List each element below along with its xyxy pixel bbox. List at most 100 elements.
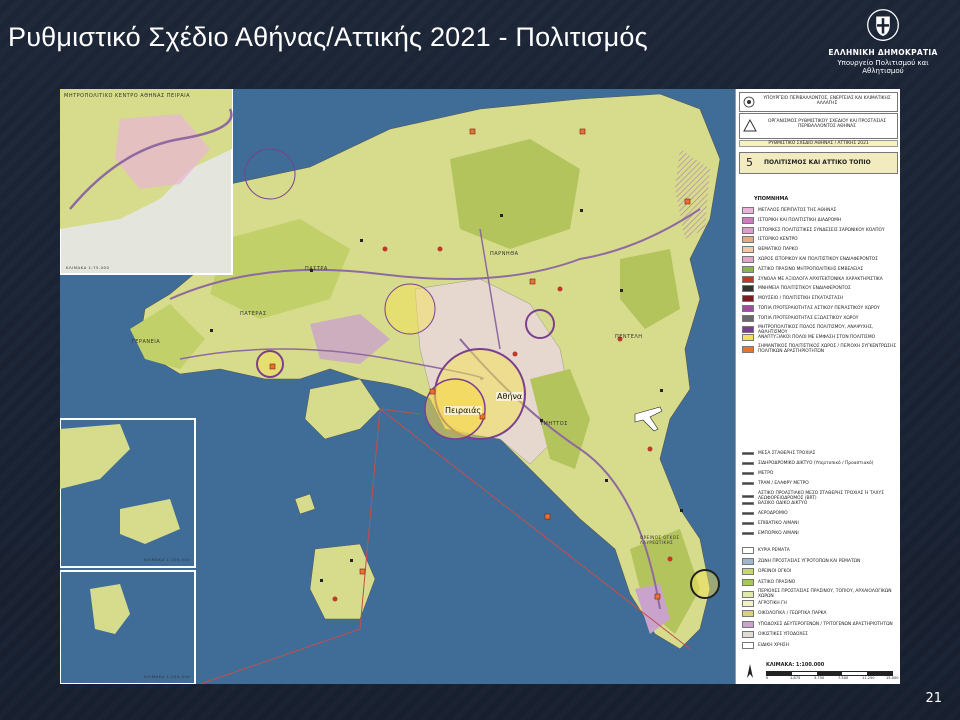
landuse-swatch xyxy=(742,599,754,607)
landuse-row: ΕΙΔΙΚΗ ΧΡΗΣΗ xyxy=(742,641,789,649)
legend-sheet-number: 5 xyxy=(746,156,753,169)
legend-item-label: ΙΣΤΟΡΙΚΗ ΚΑΙ ΠΟΛΙΤΙΣΤΙΚΗ ΔΙΑΔΡΟΜΗ xyxy=(758,217,842,223)
transport-label: ΜΕΤΡΟ xyxy=(758,471,774,476)
legend-item-swatch xyxy=(742,226,754,234)
logo-line-1: ΕΛΛΗΝΙΚΗ ΔΗΜΟΚΡΑΤΙΑ xyxy=(828,48,938,57)
legend-item-row: ΑΣΤΙΚΟ ΠΡΑΣΙΝΟ ΜΗΤΡΟΠΟΛΙΤΙΚΗΣ ΕΜΒΕΛΕΙΑΣ xyxy=(742,265,863,273)
label-pastra: ΠΑΣΤΡΑ xyxy=(305,266,328,272)
legend-item-row: ΘΕΜΑΤΙΚΟ ΠΑΡΚΟ xyxy=(742,246,799,254)
map-area xyxy=(60,89,735,684)
organisation-logo-icon xyxy=(743,119,757,132)
legend-item-label: ΣΥΝΟΛΑ ΜΕ ΑΞΙΟΛΟΓΑ ΑΡΧΙΤΕΚΤΟΝΙΚΑ ΧΑΡΑΚΤΗ… xyxy=(758,276,883,282)
label-pateras: ΠΑΤΕΡΑΣ xyxy=(240,311,267,317)
transport-swatch xyxy=(742,494,754,498)
transport-swatch xyxy=(742,452,754,455)
legend-item-swatch xyxy=(742,275,754,283)
landuse-swatch xyxy=(742,620,754,628)
landuse-swatch xyxy=(742,547,754,554)
transport-label: ΜΕΣΑ ΣΤΑΘΕΡΗΣ ΤΡΟΧΙΑΣ xyxy=(758,451,816,456)
transport-row: ΜΕΣΑ ΣΤΑΘΕΡΗΣ ΤΡΟΧΙΑΣ xyxy=(742,451,815,456)
landuse-row: ΟΙΚΟΛΟΓΙΚΑ / ΓΕΩΡΓΙΚΑ ΠΑΡΚΑ xyxy=(742,610,827,617)
inset-kythira-scale: ΚΛΙΜΑΚΑ 1:250.000 xyxy=(144,674,191,679)
landuse-row: ΠΕΡΙΟΧΕΣ ΠΡΟΣΤΑΣΙΑΣ ΠΡΑΣΙΝΟΥ, ΤΟΠΙΟΥ, ΑΡ… xyxy=(742,589,900,599)
landuse-label: ΕΙΔΙΚΗ ΧΡΗΣΗ xyxy=(758,642,789,648)
legend-item-label: ΑΝΑΠΤΥΞΙΑΚΟΙ ΠΟΛΟΙ ΜΕ ΕΜΦΑΣΗ ΣΤΟΝ ΠΟΛΙΤΙ… xyxy=(758,335,876,341)
legend-item-row: ΙΣΤΟΡΙΚΟ ΚΕΝΤΡΟ xyxy=(742,236,798,244)
legend-item-row: ΣΗΜΑΝΤΙΚΟΣ ΠΟΛΙΤΙΣΤΙΚΟΣ ΧΩΡΟΣ / ΠΕΡΙΟΧΗ … xyxy=(742,344,900,354)
legend-item-swatch xyxy=(742,256,754,263)
attica-culture-map: ΜΗΤΡΟΠΟΛΙΤΙΚΟ ΚΕΝΤΡΟ ΑΘΗΝΑΣ ΠΕΙΡΑΙΑ ΚΛΙΜ… xyxy=(60,89,900,684)
transport-row: ΒΑΣΙΚΟ ΟΔΙΚΟ ΔΙΚΤΥΟ xyxy=(742,501,807,506)
legend-item-swatch xyxy=(742,326,754,334)
legend-item-label: ΘΕΜΑΤΙΚΟ ΠΑΡΚΟ xyxy=(758,247,799,253)
landuse-label: ΖΩΝΗ ΠΡΟΣΤΑΣΙΑΣ ΥΓΡΟΤΟΠΩΝ ΚΑΙ ΡΕΜΑΤΩΝ xyxy=(758,558,861,564)
transport-swatch xyxy=(742,462,754,465)
legend-item-label: ΜΝΗΜΕΙΑ ΠΟΛΙΤΙΣΤΙΚΟΥ ΕΝΔΙΑΦΕΡΟΝΤΟΣ xyxy=(758,286,851,292)
legend-item-swatch xyxy=(742,236,754,244)
pole-north xyxy=(384,283,436,335)
transport-label: ΤΡΑΜ / ΕΛΑΦΡΥ ΜΕΤΡΟ xyxy=(758,481,809,486)
landuse-label: ΟΡΕΙΝΟΙ ΟΓΚΟΙ xyxy=(758,569,792,574)
legend-item-row: ΧΩΡΟΣ ΙΣΤΟΡΙΚΟΥ ΚΑΙ ΠΟΛΙΤΙΣΤΙΚΟΥ ΕΝΔΙΑΦΕ… xyxy=(742,256,878,263)
transport-swatch xyxy=(742,532,754,535)
transport-swatch xyxy=(742,512,754,515)
transport-row: ΕΠΙΒΑΤΙΚΟ ΛΙΜΑΝΙ xyxy=(742,521,799,526)
transport-label: ΣΙΔΗΡΟΔΡΟΜΙΚΟ ΔΙΚΤΥΟ (Υπερτοπικό / Προασ… xyxy=(758,461,874,466)
landuse-swatch xyxy=(742,578,754,586)
landuse-label: ΟΙΚΟΛΟΓΙΚΑ / ΓΕΩΡΓΙΚΑ ΠΑΡΚΑ xyxy=(758,611,827,616)
legend-item-row: ΜΟΥΣΕΙΟ / ΠΟΛΙΤΙΣΤΙΚΗ ΕΓΚΑΤΑΣΤΑΣΗ xyxy=(742,295,844,303)
legend-item-row: ΙΣΤΟΡΙΚΕΣ ΠΟΛΙΤΙΣΤΙΚΕΣ ΣΥΝΔΕΣΕΙΣ ΣΑΡΩΝΙΚ… xyxy=(742,226,885,234)
north-arrow-icon xyxy=(747,664,753,678)
legend-item-row: ΙΣΤΟΡΙΚΗ ΚΑΙ ΠΟΛΙΤΙΣΤΙΚΗ ΔΙΑΔΡΟΜΗ xyxy=(742,216,842,224)
transport-row: ΤΡΑΜ / ΕΛΑΦΡΥ ΜΕΤΡΟ xyxy=(742,481,809,486)
legend-item-swatch xyxy=(742,334,754,342)
landuse-row: ΚΥΡΙΑ ΡΕΜΑΤΑ xyxy=(742,547,790,554)
scale-tick-label: 0 xyxy=(766,676,769,680)
pole-lavrio xyxy=(690,569,720,599)
city-piraeus: Πειραιάς xyxy=(444,406,483,415)
legend-item-row: ΤΟΠΙΑ ΠΡΟΤΕΡΑΙΟΤΗΤΑΣ ΑΣΤΙΚΟΥ ΠΕΡΙΑΣΤΙΚΟΥ… xyxy=(742,305,880,312)
inset-top-scale: ΚΛΙΜΑΚΑ 1:75.000 xyxy=(66,265,110,270)
transport-swatch xyxy=(742,522,754,525)
legend-item-swatch xyxy=(742,207,754,214)
scale-tick-label: 3.750 xyxy=(814,676,825,680)
legend-item-row: ΤΟΠΙΑ ΠΡΟΤΕΡΑΙΟΤΗΤΑΣ ΕΞΩΑΣΤΙΚΟΥ ΧΩΡΟΥ xyxy=(742,314,858,322)
legend-item-swatch xyxy=(742,265,754,273)
legend-item-swatch xyxy=(742,216,754,224)
page-number: 21 xyxy=(925,691,942,706)
legend-item-label: ΜΗΤΡΟΠΟΛΙΤΙΚΟΣ ΠΟΛΟΣ ΠΟΛΙΤΙΣΜΟΥ, ΑΝΑΨΥΧΗ… xyxy=(758,324,874,335)
legend-item-row: ΣΥΝΟΛΑ ΜΕ ΑΞΙΟΛΟΓΑ ΑΡΧΙΤΕΚΤΟΝΙΚΑ ΧΑΡΑΚΤΗ… xyxy=(742,275,883,283)
inset-kythira-frame xyxy=(60,570,196,684)
legend-plan-title: ΡΥΘΜΙΣΤΙΚΟ ΣΧΕΔΙΟ ΑΘΗΝΑΣ / ΑΤΤΙΚΗΣ 2021 xyxy=(739,140,898,147)
logo-line-2: Υπουργείο Πολιτισμού και Αθλητισμού xyxy=(837,59,929,75)
landuse-swatch xyxy=(742,590,754,598)
landuse-row: ΑΓΡΟΤΙΚΗ ΓΗ xyxy=(742,599,787,607)
legend-item-swatch xyxy=(742,305,754,312)
transport-label: ΒΑΣΙΚΟ ΟΔΙΚΟ ΔΙΚΤΥΟ xyxy=(758,501,808,506)
scale-tick-label: 11.250 xyxy=(862,676,875,680)
landuse-row: ΖΩΝΗ ΠΡΟΣΤΑΣΙΑΣ ΥΓΡΟΤΟΠΩΝ ΚΑΙ ΡΕΜΑΤΩΝ xyxy=(742,557,861,565)
landuse-swatch xyxy=(742,568,754,575)
legend-item-label: ΙΣΤΟΡΙΚΟ ΚΕΝΤΡΟ xyxy=(758,237,798,243)
legend-item-row: ΜΕΓΑΛΟΣ ΠΕΡΙΠΑΤΟΣ ΤΗΣ ΑΘΗΝΑΣ xyxy=(742,207,836,214)
landuse-label: ΥΠΟΔΟΧΕΣ ΔΕΥΤΕΡΟΓΕΝΩΝ / ΤΡΙΤΟΓΕΝΩΝ ΔΡΑΣΤ… xyxy=(758,621,893,627)
legend-heading: ΥΠΟΜΝΗΜΑ xyxy=(754,196,789,202)
legend-scale: ΚΛΙΜΑΚΑ: 1:100.000 xyxy=(766,662,825,668)
legend-item-label: ΤΟΠΙΑ ΠΡΟΤΕΡΑΙΟΤΗΤΑΣ ΑΣΤΙΚΟΥ ΠΕΡΙΑΣΤΙΚΟΥ… xyxy=(758,306,880,311)
transport-row: ΜΕΤΡΟ xyxy=(742,471,773,476)
label-lavreotiki: ΟΡΕΙΝΟΣ ΟΓΚΟΣ ΛΑΥΡΕΩΤΙΚΗΣ xyxy=(640,535,680,545)
transport-row: ΑΕΡΟΔΡΟΜΙΟ xyxy=(742,511,788,516)
scale-tick-label: 1.875 xyxy=(790,676,801,680)
transport-label: ΕΠΙΒΑΤΙΚΟ ΛΙΜΑΝΙ xyxy=(758,521,799,526)
legend-org2: ΟΡΓΑΝΙΣΜΟΣ ΡΥΘΜΙΣΤΙΚΟΥ ΣΧΕΔΙΟΥ ΚΑΙ ΠΡΟΣΤ… xyxy=(767,119,887,129)
inset-saronic-scale: ΚΛΙΜΑΚΑ 1:250.000 xyxy=(144,557,191,562)
legend-item-label: ΜΟΥΣΕΙΟ / ΠΟΛΙΤΙΣΤΙΚΗ ΕΓΚΑΤΑΣΤΑΣΗ xyxy=(758,296,844,302)
legend-org1-box: ΥΠΟΥΡΓΕΙΟ ΠΕΡΙΒΑΛΛΟΝΤΟΣ, ΕΝΕΡΓΕΙΑΣ ΚΑΙ Κ… xyxy=(739,92,898,112)
hellenic-republic-emblem-icon xyxy=(867,9,899,41)
landuse-swatch xyxy=(742,557,754,565)
legend-item-swatch xyxy=(742,285,754,293)
label-geraneia: ΓΕΡΑΝΕΙΑ xyxy=(132,339,161,345)
map-legend: ΥΠΟΥΡΓΕΙΟ ΠΕΡΙΒΑΛΛΟΝΤΟΣ, ΕΝΕΡΓΕΙΑΣ ΚΑΙ Κ… xyxy=(735,89,900,684)
label-ymittos: ΥΜΗΤΤΟΣ xyxy=(540,421,568,427)
label-penteli: ΠΕΝΤΕΛΗ xyxy=(615,334,643,340)
